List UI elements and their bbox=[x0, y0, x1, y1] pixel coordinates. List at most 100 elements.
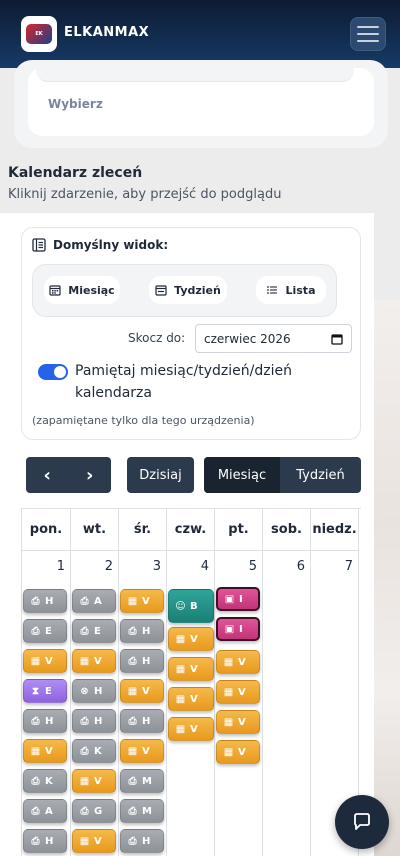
calendar-event[interactable]: ⎙ H bbox=[23, 829, 67, 853]
calendar-event[interactable]: ⎙ G bbox=[72, 799, 116, 823]
calendar-month-icon bbox=[49, 285, 61, 296]
day-number[interactable]: 7 bbox=[345, 559, 353, 574]
logo-mark: EK bbox=[26, 23, 52, 44]
today-button[interactable]: Dzisiaj bbox=[127, 457, 194, 493]
calendar-event[interactable]: ⎙ H bbox=[120, 829, 164, 853]
event-title: V bbox=[94, 655, 102, 667]
view-option-week[interactable]: Tydzień bbox=[149, 276, 227, 304]
event-icon: ⎙ bbox=[31, 715, 40, 727]
day-number[interactable]: 4 bbox=[201, 559, 209, 574]
day-column[interactable]: czw. 4 bbox=[167, 509, 215, 856]
chat-button[interactable] bbox=[335, 795, 389, 849]
calendar-event[interactable]: ▦ V bbox=[120, 739, 164, 763]
select-label[interactable]: Wybierz bbox=[48, 97, 103, 111]
page-subtitle: Kliknij zdarzenie, aby przejść do podglą… bbox=[8, 187, 282, 202]
calendar-event[interactable]: ⎙ H bbox=[23, 709, 67, 733]
view-option-month[interactable]: Miesiąc bbox=[44, 276, 120, 304]
event-icon: ▦ bbox=[79, 835, 90, 847]
day-header: niedz. bbox=[311, 509, 358, 551]
calendar-event[interactable]: ⎙ K bbox=[23, 769, 67, 793]
event-icon: ⎙ bbox=[128, 655, 137, 667]
calendar-event[interactable]: ⎙ M bbox=[120, 799, 164, 823]
day-number[interactable]: 3 bbox=[153, 559, 161, 574]
calendar-event[interactable]: ⊗ H bbox=[72, 679, 116, 703]
default-view-title: Domyślny widok: bbox=[32, 238, 168, 252]
day-number[interactable]: 2 bbox=[105, 559, 113, 574]
calendar-event[interactable]: ▦ V bbox=[216, 740, 260, 764]
event-title: V bbox=[45, 655, 53, 667]
hamburger-icon[interactable] bbox=[350, 17, 386, 51]
calendar-event[interactable]: ⎙ E bbox=[72, 619, 116, 643]
event-title: M bbox=[142, 805, 152, 817]
calendar-event[interactable]: ▦ V bbox=[216, 680, 260, 704]
calendar-event[interactable]: ▦ V bbox=[120, 589, 164, 613]
jump-to-month-input[interactable]: czerwiec 2026 bbox=[195, 324, 352, 353]
next-button[interactable]: › bbox=[69, 457, 112, 493]
chat-bubble-icon bbox=[354, 813, 370, 830]
event-icon: ⎙ bbox=[80, 745, 89, 757]
calendar-event[interactable]: ▣ I bbox=[216, 617, 260, 641]
calendar-event[interactable]: ⎙ H bbox=[120, 619, 164, 643]
remember-note: (zapamiętane tylko dla tego urządzenia) bbox=[32, 414, 255, 427]
event-icon: ▦ bbox=[223, 656, 234, 668]
calendar-event[interactable]: ⎙ M bbox=[120, 769, 164, 793]
calendar-event[interactable]: ▦ V bbox=[72, 649, 116, 673]
calendar-event[interactable]: ⎙ H bbox=[120, 709, 164, 733]
event-title: V bbox=[238, 656, 246, 668]
day-header: pt. bbox=[215, 509, 262, 551]
tab-month[interactable]: Miesiąc bbox=[204, 457, 280, 493]
day-header: wt. bbox=[71, 509, 118, 551]
day-number[interactable]: 1 bbox=[57, 559, 65, 574]
calendar-event[interactable]: ▦ V bbox=[23, 739, 67, 763]
calendar-event[interactable]: ▦ V bbox=[168, 687, 214, 711]
calendar-event[interactable]: ⎙ E bbox=[23, 619, 67, 643]
calendar-event[interactable]: ▦ V bbox=[72, 769, 116, 793]
filter-field[interactable] bbox=[36, 60, 354, 82]
remember-label: Pamiętaj miesiąc/tydzień/dzień kalendarz… bbox=[75, 363, 292, 401]
calendar-event[interactable]: ⎙ A bbox=[23, 799, 67, 823]
prev-button[interactable]: ‹ bbox=[26, 457, 69, 493]
day-number[interactable]: 6 bbox=[297, 559, 305, 574]
event-icon: ⎙ bbox=[128, 835, 137, 847]
event-title: G bbox=[94, 805, 103, 817]
page-title: Kalendarz zleceń bbox=[8, 165, 143, 181]
calendar-event[interactable]: ▦ V bbox=[23, 649, 67, 673]
calendar-event[interactable]: ⎙ A bbox=[72, 589, 116, 613]
day-column[interactable]: sob. 6 bbox=[263, 509, 311, 856]
event-icon: ▦ bbox=[79, 775, 90, 787]
event-title: H bbox=[142, 625, 151, 637]
calendar-event[interactable]: ⧗ E bbox=[23, 679, 67, 703]
calendar-event[interactable]: ▦ V bbox=[216, 650, 260, 674]
calendar-event[interactable]: ▦ V bbox=[120, 679, 164, 703]
event-title: B bbox=[190, 600, 198, 612]
view-option-label: Miesiąc bbox=[68, 283, 115, 297]
day-number[interactable]: 5 bbox=[249, 559, 257, 574]
brand-logo[interactable]: EK bbox=[21, 16, 57, 52]
event-title: H bbox=[45, 595, 54, 607]
calendar-event[interactable]: ⎙ K bbox=[72, 739, 116, 763]
calendar-event[interactable]: ▦ V bbox=[72, 829, 116, 853]
calendar-picker-icon[interactable] bbox=[331, 333, 343, 345]
view-option-list[interactable]: Lista bbox=[256, 276, 326, 304]
calendar-event[interactable]: ▦ V bbox=[216, 710, 260, 734]
calendar-grid: pon. 1 wt. 2 śr. 3 czw. 4 pt. 5 sob. 6 niedz. 7 ⎙ H ⎙ E ▦ V… bbox=[21, 508, 361, 856]
event-icon: ▣ bbox=[224, 593, 235, 605]
event-icon: ▦ bbox=[79, 655, 90, 667]
calendar-event[interactable]: ▦ V bbox=[168, 627, 214, 651]
calendar-event[interactable]: ☺ B bbox=[168, 589, 214, 623]
event-title: I bbox=[239, 623, 243, 635]
tab-week[interactable]: Tydzień bbox=[280, 457, 361, 493]
event-icon: ⎙ bbox=[80, 715, 89, 727]
view-option-label: Lista bbox=[285, 283, 316, 297]
event-title: V bbox=[238, 716, 246, 728]
event-icon: ▦ bbox=[127, 745, 138, 757]
calendar-event[interactable]: ⎙ H bbox=[72, 709, 116, 733]
event-title: A bbox=[45, 805, 53, 817]
calendar-event[interactable]: ⎙ H bbox=[23, 589, 67, 613]
calendar-event[interactable]: ▣ I bbox=[216, 587, 260, 611]
remember-toggle[interactable] bbox=[38, 364, 68, 380]
event-title: H bbox=[142, 715, 151, 727]
calendar-event[interactable]: ▦ V bbox=[168, 717, 214, 741]
calendar-event[interactable]: ▦ V bbox=[168, 657, 214, 681]
calendar-event[interactable]: ⎙ H bbox=[120, 649, 164, 673]
